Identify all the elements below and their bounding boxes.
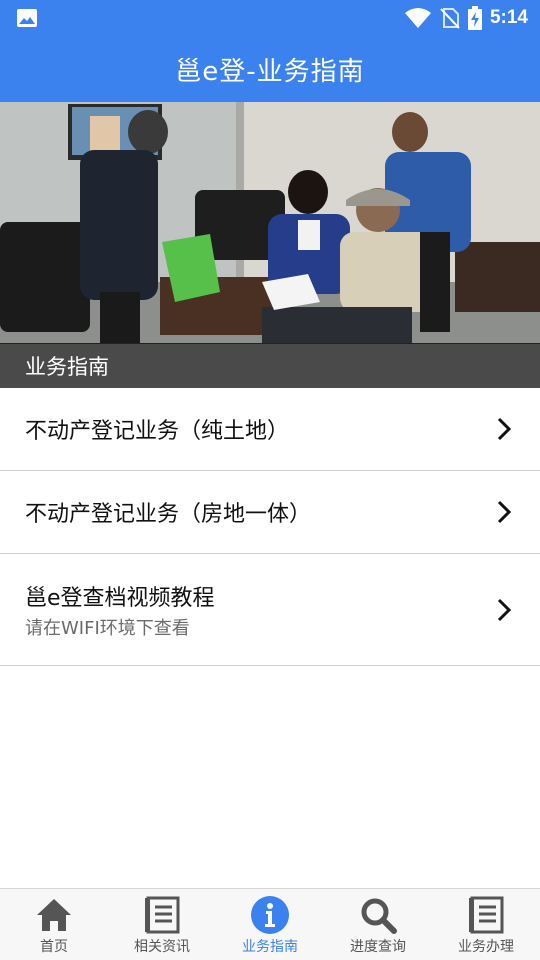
chevron-right-icon	[497, 500, 512, 524]
tab-label: 进度查询	[350, 939, 406, 955]
banner-image[interactable]	[0, 102, 540, 343]
page-title: 邕e登-业务指南	[175, 56, 365, 87]
search-icon	[361, 898, 397, 934]
tab-news[interactable]: 相关资讯	[108, 889, 216, 960]
section-header: 业务指南	[0, 343, 540, 388]
wifi-icon	[404, 8, 431, 28]
tab-handle[interactable]: 业务办理	[432, 889, 540, 960]
document-list-icon	[469, 896, 504, 934]
chevron-right-icon	[497, 598, 512, 621]
section-title: 业务指南	[25, 355, 109, 379]
tab-guide[interactable]: 业务指南	[216, 889, 324, 960]
tab-label: 业务指南	[242, 939, 298, 955]
home-icon	[37, 899, 71, 931]
status-bar: 5:14	[0, 0, 540, 36]
list-item-house-land[interactable]: 不动产登记业务（房地一体）	[0, 471, 540, 554]
gallery-icon	[17, 9, 37, 27]
list-item-subtitle: 请在WIFI环境下查看	[25, 617, 190, 639]
list-item-label: 邕e登查档视频教程	[25, 585, 215, 611]
tab-label: 相关资讯	[134, 939, 190, 955]
list-item-label: 不动产登记业务（房地一体）	[25, 502, 312, 527]
list-item-label: 不动产登记业务（纯土地）	[25, 419, 290, 444]
document-list-icon	[145, 896, 180, 934]
list-item-video-tutorial[interactable]: 邕e登查档视频教程 请在WIFI环境下查看	[0, 554, 540, 666]
tab-progress[interactable]: 进度查询	[324, 889, 432, 960]
app-bar: 邕e登-业务指南	[0, 36, 540, 102]
tab-label: 首页	[40, 939, 68, 955]
list-item-land-only[interactable]: 不动产登记业务（纯土地）	[0, 388, 540, 471]
guide-list: 不动产登记业务（纯土地） 不动产登记业务（房地一体） 邕e登查档视频教程 请在W…	[0, 388, 540, 666]
info-icon	[251, 896, 289, 934]
tab-label: 业务办理	[458, 939, 514, 955]
no-sim-icon	[440, 8, 460, 29]
status-time: 5:14	[489, 7, 528, 28]
chevron-right-icon	[497, 417, 512, 441]
bottom-tab-bar: 首页 相关资讯 业务指南 进度查询 业务办理	[0, 888, 540, 960]
battery-charging-icon	[467, 6, 482, 30]
tab-home[interactable]: 首页	[0, 889, 108, 960]
